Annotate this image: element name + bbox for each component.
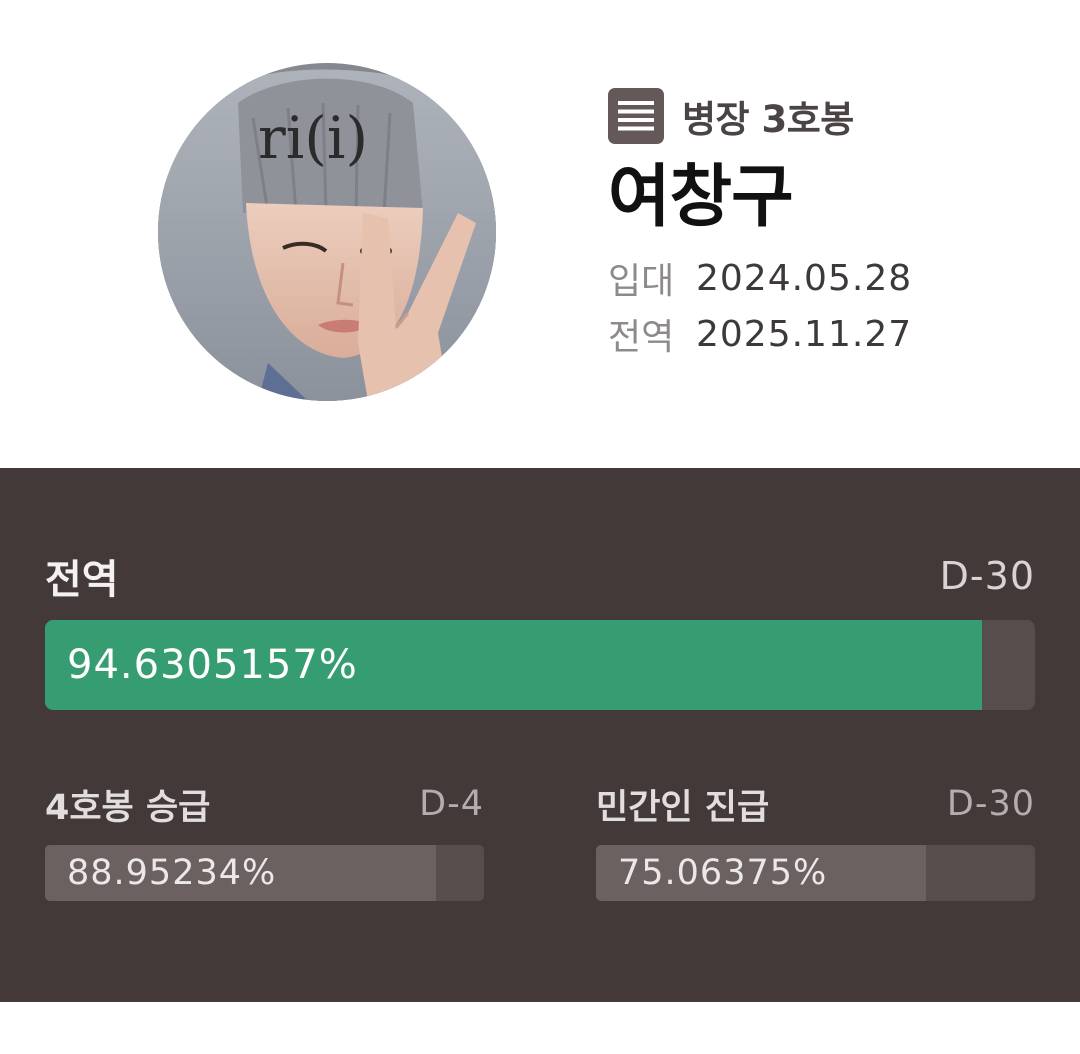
discharge-progress-title: 전역: [45, 557, 119, 603]
civilian-progress-header: 민간인 진급 D-30: [596, 778, 1035, 830]
rank-label: 병장 3호봉: [682, 98, 854, 141]
discharge-row: 전역 2025.11.27: [608, 306, 912, 362]
discharge-label: 전역: [608, 317, 675, 358]
discharge-progress-bar[interactable]: 94.6305157%: [45, 620, 1035, 710]
app-screen: ri(i) 병장 3호봉 여창구 입대 2024.05.28 전역 2025.1…: [0, 0, 1080, 1054]
civilian-progress-bar[interactable]: 75.06375%: [596, 845, 1035, 901]
list-icon: [608, 88, 664, 144]
enlist-row: 입대 2024.05.28: [608, 250, 912, 306]
profile-section: ri(i) 병장 3호봉 여창구 입대 2024.05.28 전역 2025.1…: [0, 0, 1080, 468]
discharge-date: 2025.11.27: [696, 313, 913, 355]
promotion-dday: D-4: [419, 784, 484, 824]
rank-row: 병장 3호봉: [608, 88, 912, 144]
discharge-progress-percent: 94.6305157%: [67, 642, 358, 688]
promotion-progress-header: 4호봉 승급 D-4: [45, 778, 484, 830]
progress-panel: 전역 D-30 94.6305157% 4호봉 승급 D-4 88.95234%…: [0, 468, 1080, 1002]
promotion-progress-title: 4호봉 승급: [45, 787, 211, 828]
enlist-label: 입대: [608, 261, 675, 302]
avatar[interactable]: ri(i): [158, 63, 496, 401]
promotion-progress: 4호봉 승급 D-4 88.95234%: [45, 778, 484, 901]
promotion-progress-bar[interactable]: 88.95234%: [45, 845, 484, 901]
discharge-progress-header: 전역 D-30: [45, 546, 1035, 606]
profile-info: 병장 3호봉 여창구 입대 2024.05.28 전역 2025.11.27: [608, 88, 912, 362]
svg-text:ri(i): ri(i): [258, 104, 368, 172]
civilian-dday: D-30: [946, 784, 1035, 824]
promotion-progress-percent: 88.95234%: [67, 853, 277, 893]
user-name: 여창구: [608, 158, 794, 237]
civilian-progress-title: 민간인 진급: [596, 787, 770, 828]
discharge-dday: D-30: [939, 554, 1035, 598]
enlist-date: 2024.05.28: [696, 257, 913, 299]
civilian-progress-percent: 75.06375%: [618, 853, 828, 893]
civilian-progress: 민간인 진급 D-30 75.06375%: [596, 778, 1035, 901]
